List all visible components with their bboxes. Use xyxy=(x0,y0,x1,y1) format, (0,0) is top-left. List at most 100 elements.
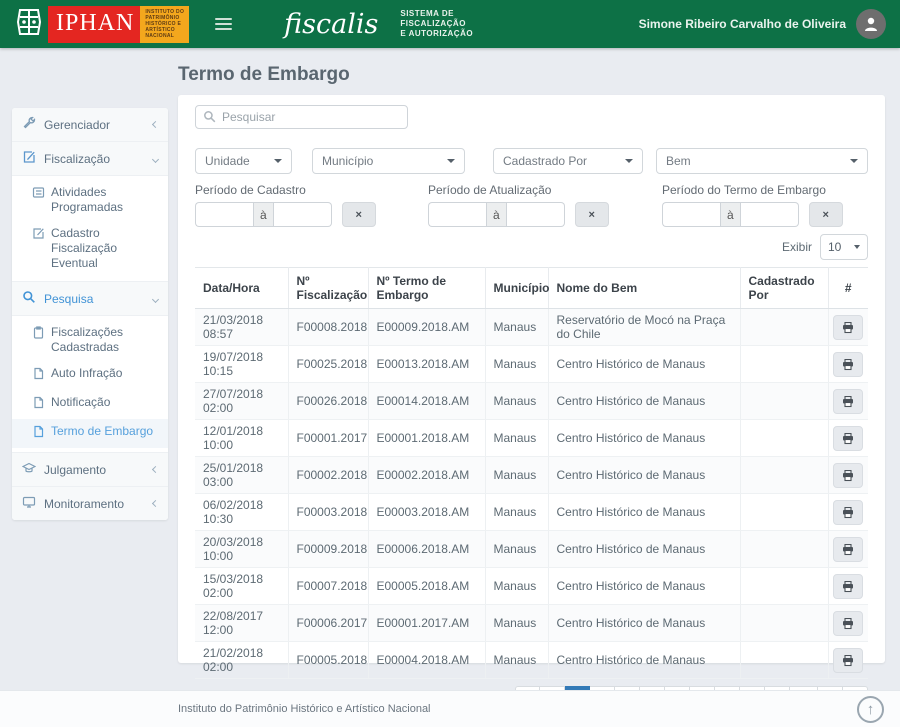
edit-square-icon xyxy=(22,150,36,167)
sidebar-item-label: Julgamento xyxy=(44,463,106,477)
sidebar-item-termo-de-embargo[interactable]: Termo de Embargo xyxy=(12,419,168,448)
period-label: Período do Termo de Embargo xyxy=(662,183,868,197)
file-icon xyxy=(32,367,45,384)
clear-periodo-atualizacao-button[interactable]: × xyxy=(575,202,609,227)
cell-cadastrado-por xyxy=(740,568,828,605)
chevron-left-icon xyxy=(152,466,159,473)
select-label: Cadastrado Por xyxy=(503,154,587,168)
cadastrado-por-select[interactable]: Cadastrado Por xyxy=(493,148,643,174)
print-button[interactable] xyxy=(833,648,863,673)
print-button[interactable] xyxy=(833,315,863,340)
monitor-icon xyxy=(22,495,36,512)
periodo-cadastro-from-input[interactable] xyxy=(195,202,253,227)
sidebar-item-label: Auto Infração xyxy=(51,366,122,381)
cell-fiscalizacao: F00007.2018.AM xyxy=(288,568,368,605)
print-button[interactable] xyxy=(833,463,863,488)
periodo-atualizacao-to-input[interactable] xyxy=(507,202,565,227)
col-header-nome-bem: Nome do Bem xyxy=(548,268,740,309)
system-name-line: SISTEMA DE xyxy=(400,9,473,19)
municipio-select[interactable]: Município xyxy=(312,148,465,174)
cell-datahora: 21/02/2018 02:00 xyxy=(195,642,288,679)
exibir-label: Exibir xyxy=(782,240,812,254)
chevron-down-icon xyxy=(152,296,159,303)
cell-fiscalizacao: F00008.2018.AM xyxy=(288,309,368,346)
cell-bem: Centro Histórico de Manaus xyxy=(548,568,740,605)
caret-down-icon xyxy=(854,245,860,249)
col-header-datahora: Data/Hora xyxy=(195,268,288,309)
clear-periodo-cadastro-button[interactable]: × xyxy=(342,202,376,227)
print-button[interactable] xyxy=(833,537,863,562)
sidebar-item-notificacao[interactable]: Notificação xyxy=(12,390,168,419)
sidebar-item-pesquisa[interactable]: Pesquisa xyxy=(12,282,168,316)
cell-cadastrado-por xyxy=(740,420,828,457)
periodo-atualizacao-group: Período de Atualização à × xyxy=(428,183,662,227)
sidebar-item-monitoramento[interactable]: Monitoramento xyxy=(12,487,168,520)
sidebar-item-auto-infracao[interactable]: Auto Infração xyxy=(12,361,168,390)
top-header: IPHAN Instituto do Patrimônio Histórico … xyxy=(0,0,900,48)
col-header-cadastrado-por: Cadastrado Por xyxy=(740,268,828,309)
content-card: Unidade Município Cadastrado Por Bem Per… xyxy=(178,95,885,663)
print-button[interactable] xyxy=(833,611,863,636)
bem-select[interactable]: Bem xyxy=(656,148,868,174)
cell-municipio: Manaus xyxy=(485,457,548,494)
print-button[interactable] xyxy=(833,389,863,414)
cell-termo: E00001.2018.AM xyxy=(368,420,485,457)
unidade-select[interactable]: Unidade xyxy=(195,148,292,174)
sidebar-item-label: Cadastro Fiscalização Eventual xyxy=(51,226,160,271)
search-input[interactable] xyxy=(195,105,408,129)
print-button[interactable] xyxy=(833,352,863,377)
table-header-row: Data/Hora Nº Fiscalização Nº Termo de Em… xyxy=(195,268,868,309)
print-button[interactable] xyxy=(833,500,863,525)
col-header-fiscalizacao: Nº Fiscalização xyxy=(288,268,368,309)
page-size-value: 10 xyxy=(828,240,841,254)
caret-down-icon xyxy=(625,159,633,163)
cell-bem: Centro Histórico de Manaus xyxy=(548,531,740,568)
cell-cadastrado-por xyxy=(740,383,828,420)
menu-toggle-icon[interactable] xyxy=(215,18,232,30)
search-icon xyxy=(22,290,36,307)
clipboard-icon xyxy=(32,326,45,343)
page-size-select[interactable]: 10 xyxy=(820,234,868,260)
cell-datahora: 27/07/2018 02:00 xyxy=(195,383,288,420)
cell-cadastrado-por xyxy=(740,457,828,494)
periodo-cadastro-group: Período de Cadastro à × xyxy=(195,183,428,227)
print-button[interactable] xyxy=(833,574,863,599)
sidebar-item-label: Termo de Embargo xyxy=(51,424,153,439)
cell-municipio: Manaus xyxy=(485,605,548,642)
cell-bem: Centro Histórico de Manaus xyxy=(548,346,740,383)
scroll-to-top-button[interactable]: ↑ xyxy=(857,696,884,723)
select-label: Bem xyxy=(666,154,691,168)
cell-municipio: Manaus xyxy=(485,568,548,605)
clear-periodo-termo-button[interactable]: × xyxy=(809,202,843,227)
periodo-atualizacao-from-input[interactable] xyxy=(428,202,486,227)
sidebar-item-label: Gerenciador xyxy=(44,118,110,132)
cell-fiscalizacao: F00006.2017.AM xyxy=(288,605,368,642)
print-button[interactable] xyxy=(833,426,863,451)
periodo-termo-from-input[interactable] xyxy=(662,202,720,227)
cell-municipio: Manaus xyxy=(485,383,548,420)
chevron-left-icon xyxy=(152,500,159,507)
list-icon xyxy=(32,186,45,203)
sidebar-item-fiscalizacoes-cadastradas[interactable]: Fiscalizações Cadastradas xyxy=(12,320,168,361)
sidebar-item-atividades-programadas[interactable]: Atividades Programadas xyxy=(12,180,168,221)
periodo-termo-to-input[interactable] xyxy=(741,202,799,227)
sidebar-item-fiscalizacao[interactable]: Fiscalização xyxy=(12,142,168,176)
user-avatar-icon[interactable] xyxy=(856,9,886,39)
sidebar-item-gerenciador[interactable]: Gerenciador xyxy=(12,108,168,142)
cell-fiscalizacao: F00009.2018.AM xyxy=(288,531,368,568)
periodo-cadastro-to-input[interactable] xyxy=(274,202,332,227)
cell-municipio: Manaus xyxy=(485,642,548,679)
iphan-logo[interactable]: IPHAN Instituto do Patrimônio Histórico … xyxy=(14,6,189,43)
cell-municipio: Manaus xyxy=(485,309,548,346)
cell-termo: E00009.2018.AM xyxy=(368,309,485,346)
cell-cadastrado-por xyxy=(740,605,828,642)
caret-down-icon xyxy=(274,159,282,163)
cell-termo: E00001.2017.AM xyxy=(368,605,485,642)
wrench-icon xyxy=(22,116,36,133)
cell-termo: E00014.2018.AM xyxy=(368,383,485,420)
sidebar-item-cadastro-fiscalizacao-eventual[interactable]: Cadastro Fiscalização Eventual xyxy=(12,221,168,277)
fiscalis-brand: fiscalis xyxy=(284,9,378,40)
logo-subline: Nacional xyxy=(145,33,184,39)
page-title: Termo de Embargo xyxy=(178,64,350,86)
sidebar-item-julgamento[interactable]: Julgamento xyxy=(12,453,168,487)
